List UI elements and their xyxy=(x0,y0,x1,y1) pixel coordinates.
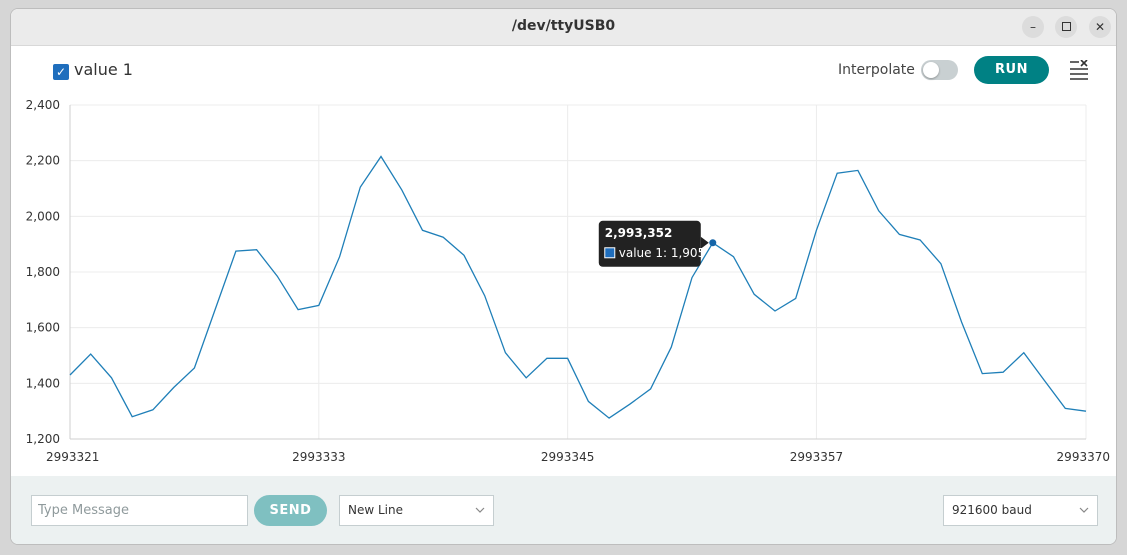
y-tick-label: 1,200 xyxy=(26,432,60,446)
highlight-point xyxy=(709,239,717,247)
y-tick-label: 1,400 xyxy=(26,376,60,390)
y-tick-label: 1,600 xyxy=(26,321,60,335)
x-tick-label: 2993345 xyxy=(541,450,594,464)
series-line-value-1 xyxy=(69,155,1087,419)
baud-rate-select[interactable]: 921600 baud xyxy=(943,495,1098,526)
tooltip-entry: value 1: 1,905 xyxy=(619,246,705,260)
y-tick-label: 2,200 xyxy=(26,154,60,168)
chevron-down-icon xyxy=(475,507,485,513)
y-tick-label: 2,000 xyxy=(26,209,60,223)
line-chart[interactable]: 1,200 1,400 1,600 1,800 2,000 2,200 2,400 29933… xyxy=(11,9,1117,476)
serial-plotter-window: /dev/ttyUSB0 – ✕ ✓ value 1 Interpolate R… xyxy=(10,8,1117,545)
send-button[interactable]: SEND xyxy=(254,495,327,526)
tooltip-title: 2,993,352 xyxy=(605,226,673,240)
message-footer: SEND New Line 921600 baud xyxy=(11,476,1116,544)
x-tick-label: 2993357 xyxy=(790,450,843,464)
line-ending-value: New Line xyxy=(348,503,403,517)
message-input[interactable] xyxy=(31,495,248,526)
x-tick-label: 2993321 xyxy=(46,450,99,464)
chevron-down-icon xyxy=(1079,507,1089,513)
y-tick-label: 1,800 xyxy=(26,265,60,279)
y-tick-label: 2,400 xyxy=(26,98,60,112)
x-tick-label: 2993333 xyxy=(292,450,345,464)
line-ending-select[interactable]: New Line xyxy=(339,495,494,526)
baud-rate-value: 921600 baud xyxy=(952,503,1032,517)
tooltip-swatch xyxy=(604,247,616,259)
x-tick-label: 2993370 xyxy=(1057,450,1110,464)
